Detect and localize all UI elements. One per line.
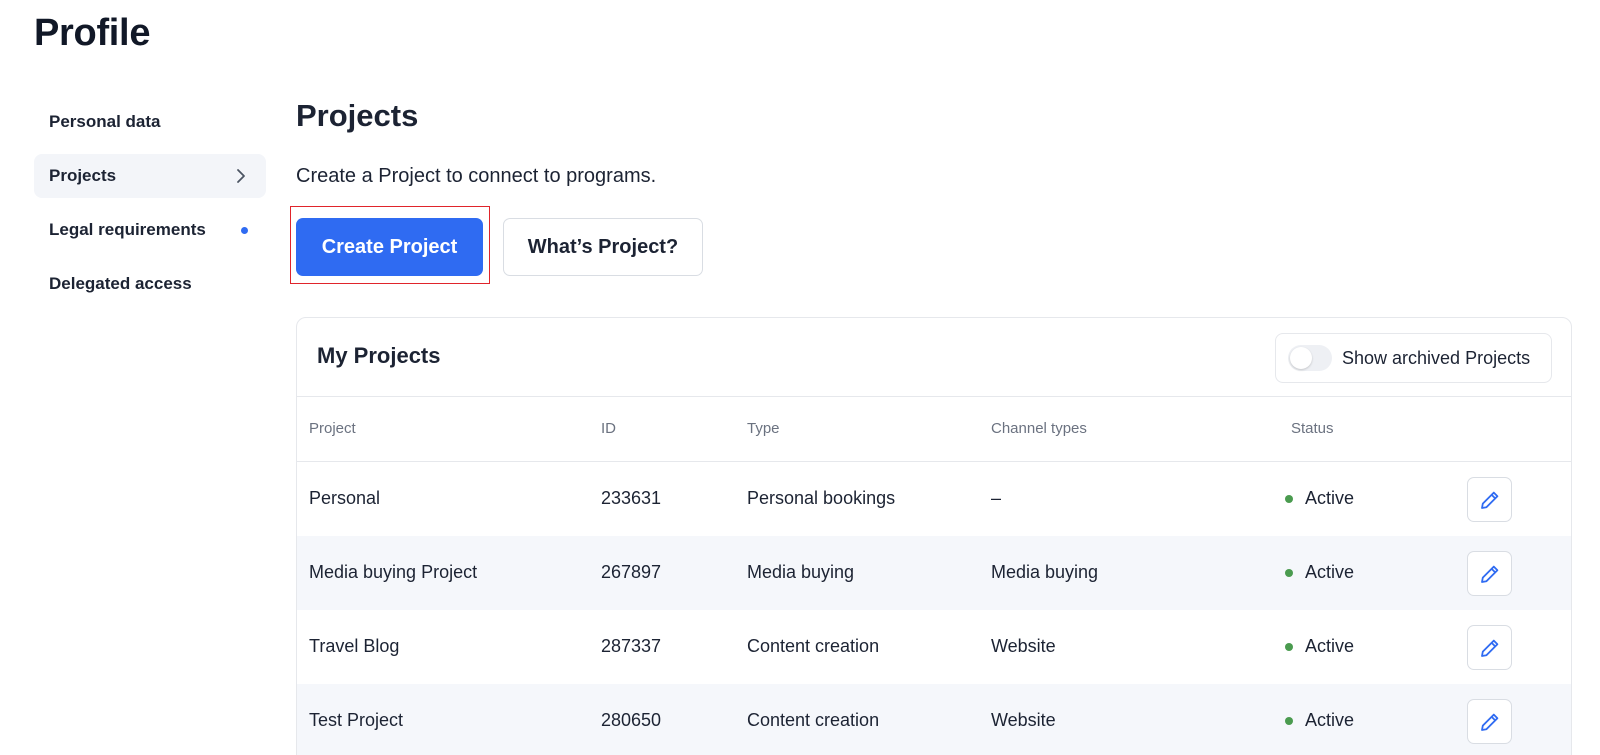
cell-id: 280650	[601, 710, 662, 730]
table-row: Test Project 280650 Content creation Web…	[297, 684, 1571, 755]
sidebar-item-legal-requirements[interactable]: Legal requirements	[34, 208, 266, 252]
edit-project-button[interactable]	[1467, 625, 1512, 670]
status-label: Active	[1305, 488, 1355, 508]
cell-channel-types: Media buying	[991, 562, 1099, 582]
cell-id: 287337	[601, 636, 662, 656]
sidebar-item-delegated-access[interactable]: Delegated access	[34, 262, 266, 306]
toggle-switch[interactable]	[1288, 345, 1332, 371]
status-badge: Active	[1285, 636, 1354, 657]
sidebar-item-personal-data[interactable]: Personal data	[34, 100, 266, 144]
sidebar-item-label: Projects	[49, 166, 117, 185]
table-row: Travel Blog 287337 Content creation Webs…	[297, 610, 1571, 684]
column-header-channel-types: Channel types	[991, 420, 1087, 437]
cell-type: Content creation	[747, 710, 880, 730]
status-badge: Active	[1285, 710, 1354, 731]
column-header-status: Status	[1291, 420, 1334, 437]
pencil-icon	[1480, 565, 1498, 583]
status-label: Active	[1305, 636, 1355, 656]
status-dot-icon	[1285, 716, 1293, 725]
column-header-id: ID	[601, 420, 616, 437]
cell-id: 267897	[601, 562, 662, 582]
cell-type: Personal bookings	[747, 488, 896, 508]
toggle-label: Show archived Projects	[1342, 347, 1531, 368]
sidebar-item-projects[interactable]: Projects	[34, 154, 266, 198]
edit-project-button[interactable]	[1467, 477, 1512, 522]
edit-project-button[interactable]	[1467, 699, 1512, 744]
cell-project: Travel Blog	[309, 636, 400, 656]
sidebar-item-label: Personal data	[49, 112, 161, 131]
cell-channel-types: Website	[991, 636, 1056, 656]
cell-project: Media buying Project	[309, 562, 478, 582]
sidebar-item-label: Delegated access	[49, 274, 192, 293]
status-badge: Active	[1285, 562, 1354, 583]
status-label: Active	[1305, 562, 1355, 582]
edit-project-button[interactable]	[1467, 551, 1512, 596]
cell-channel-types: –	[991, 488, 1002, 508]
chevron-right-icon	[232, 167, 250, 185]
section-description: Create a Project to connect to programs.	[296, 165, 657, 187]
toggle-knob	[1290, 347, 1312, 369]
column-header-type: Type	[747, 420, 780, 437]
cell-type: Content creation	[747, 636, 880, 656]
table-row: Personal 233631 Personal bookings – Acti…	[297, 462, 1571, 536]
cell-project: Personal	[309, 488, 381, 508]
pencil-icon	[1480, 491, 1498, 509]
card-title: My Projects	[317, 343, 441, 368]
notification-dot-icon	[241, 226, 248, 234]
cell-channel-types: Website	[991, 710, 1056, 730]
card-header: My Projects Show archived Projects	[297, 318, 1571, 397]
cell-project: Test Project	[309, 710, 404, 730]
cell-id: 233631	[601, 488, 662, 508]
pencil-icon	[1480, 713, 1498, 731]
sidebar-item-label: Legal requirements	[49, 220, 206, 239]
section-title: Projects	[296, 98, 419, 133]
show-archived-toggle[interactable]: Show archived Projects	[1275, 333, 1552, 383]
create-project-button[interactable]: Create Project	[296, 218, 483, 276]
table-row: Media buying Project 267897 Media buying…	[297, 536, 1571, 610]
table-header: Project ID Type Channel types Status	[297, 397, 1571, 462]
pencil-icon	[1480, 639, 1498, 657]
cell-type: Media buying	[747, 562, 855, 582]
profile-sidebar: Personal data Projects Legal requirement…	[34, 100, 266, 316]
status-dot-icon	[1285, 642, 1293, 651]
status-dot-icon	[1285, 568, 1293, 577]
status-dot-icon	[1285, 494, 1293, 503]
page-title: Profile	[34, 12, 151, 54]
status-label: Active	[1305, 710, 1355, 730]
whats-project-button[interactable]: What’s Project?	[503, 218, 703, 276]
projects-table: Project ID Type Channel types Status Per…	[297, 397, 1571, 755]
my-projects-card: My Projects Show archived Projects Proje…	[296, 317, 1572, 755]
status-badge: Active	[1285, 488, 1354, 509]
column-header-project: Project	[309, 420, 356, 437]
